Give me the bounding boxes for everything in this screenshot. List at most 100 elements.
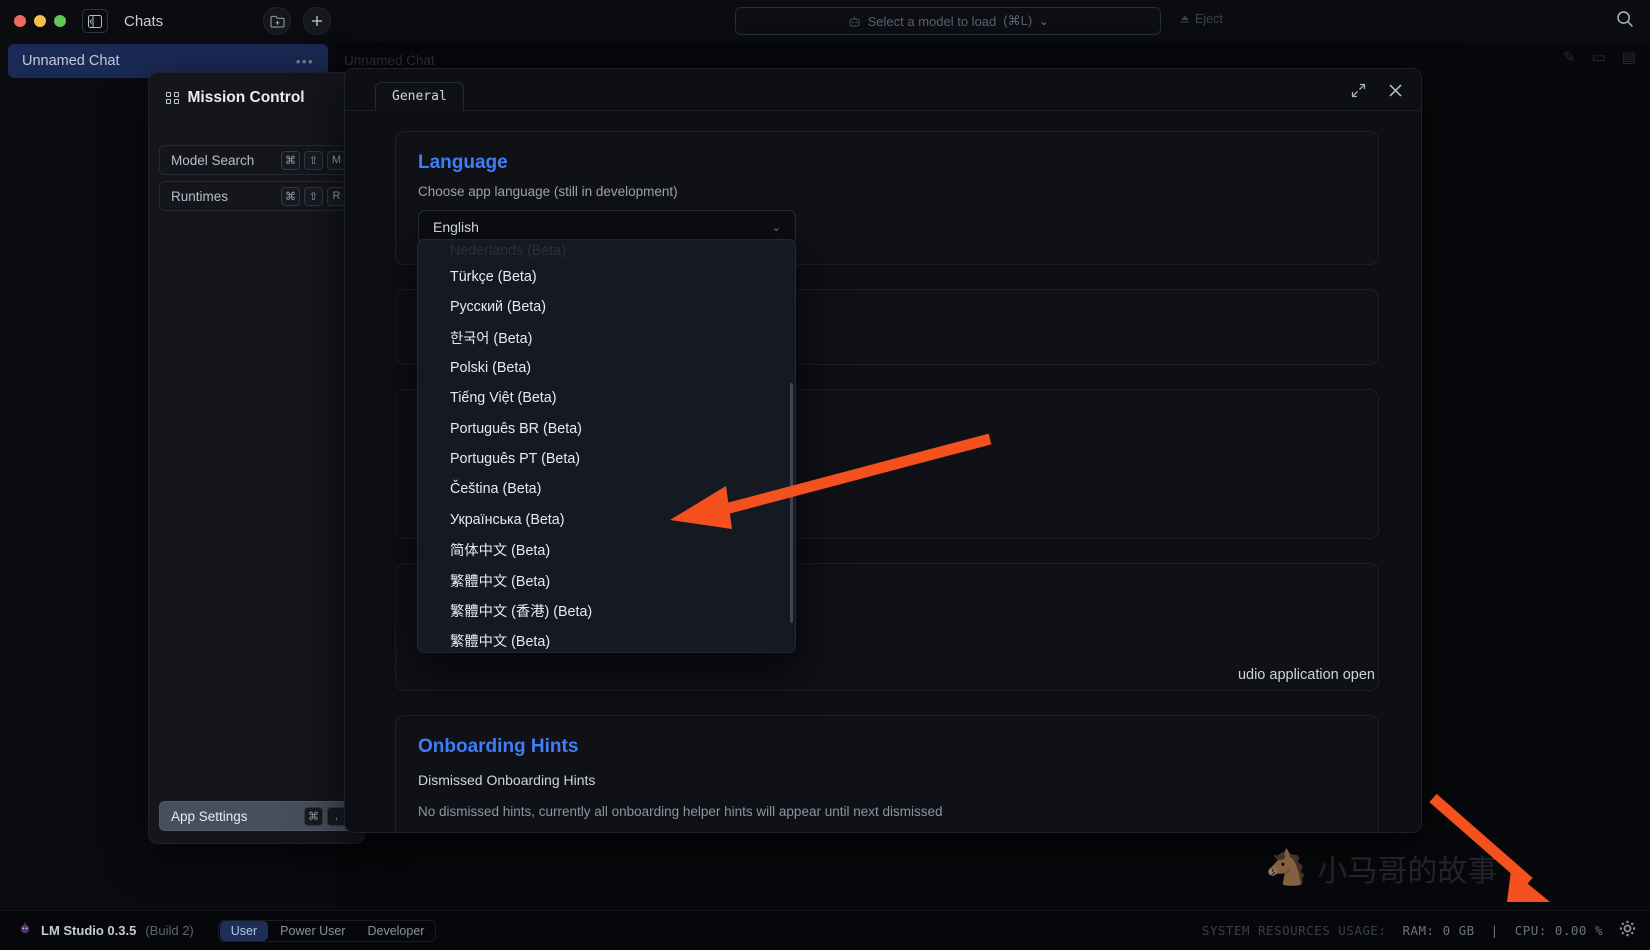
plus-icon[interactable]: [303, 7, 331, 35]
search-glyph: [1616, 10, 1634, 28]
close-window-button[interactable]: [14, 15, 26, 27]
language-option[interactable]: Русский (Beta): [418, 292, 795, 322]
language-option[interactable]: Türkçe (Beta): [418, 262, 795, 292]
attachment-icon[interactable]: ✎: [1563, 48, 1576, 66]
comment-icon[interactable]: ▭: [1592, 48, 1606, 66]
title-bar: Chats Sel: [0, 0, 1650, 42]
mission-control-title: Mission Control: [188, 89, 305, 107]
watermark: 🐴 小马哥的故事: [1265, 846, 1497, 890]
minimize-window-button[interactable]: [34, 15, 46, 27]
model-selector[interactable]: Select a model to load (⌘L) ⌄: [735, 7, 1161, 35]
app-build-label: (Build 2): [145, 923, 193, 938]
language-option[interactable]: Polski (Beta): [418, 353, 795, 383]
titlebar-actions: [263, 7, 331, 35]
mission-control-footer: App Settings ⌘ ,: [149, 801, 364, 831]
mission-control-panel: Mission Control Model Search ⌘ ⇧ M Runti…: [148, 72, 365, 844]
maximize-window-button[interactable]: [54, 15, 66, 27]
mode-developer[interactable]: Developer: [356, 921, 435, 941]
user-mode-switcher[interactable]: User Power User Developer: [218, 920, 437, 942]
mission-item-label: App Settings: [171, 809, 248, 824]
onboarding-hints-card: Onboarding Hints Dismissed Onboarding Hi…: [395, 715, 1379, 833]
onboarding-card-title: Onboarding Hints: [418, 736, 1356, 758]
language-option[interactable]: 繁體中文 (Beta): [418, 626, 795, 653]
shortcut-keys: ⌘ ,: [304, 807, 346, 826]
system-resources-group: SYSTEM RESOURCES USAGE: RAM: 0 GB | CPU:…: [1202, 920, 1636, 941]
language-option[interactable]: Čeština (Beta): [418, 474, 795, 504]
key-cmd: ⌘: [304, 807, 323, 826]
shortcut-keys: ⌘ ⇧ R: [281, 187, 346, 206]
cpu-usage: CPU: 0.00 %: [1515, 923, 1603, 938]
chat-tab-actions: ✎ ▭ ▤: [1563, 48, 1636, 66]
mission-control-header: Mission Control: [149, 73, 364, 107]
expand-icon[interactable]: [1351, 83, 1366, 102]
language-option[interactable]: Português BR (Beta): [418, 413, 795, 443]
tab-general[interactable]: General: [375, 82, 464, 111]
language-card-subtitle: Choose app language (still in developmen…: [418, 184, 1356, 199]
ram-usage: RAM: 0 GB: [1402, 923, 1474, 938]
close-icon[interactable]: [1388, 83, 1403, 102]
language-option[interactable]: Português PT (Beta): [418, 444, 795, 474]
chevron-down-icon: ⌄: [1039, 15, 1048, 28]
eject-button[interactable]: Eject: [1180, 12, 1223, 26]
mission-item-label: Model Search: [171, 153, 254, 168]
sidebar-toggle-glyph: [88, 15, 102, 28]
new-folder-glyph: [270, 15, 285, 28]
chat-item-label: Unnamed Chat: [22, 53, 120, 69]
app-name-label: LM Studio 0.3.5: [41, 923, 136, 938]
plus-glyph: [310, 14, 324, 28]
window-traffic-lights[interactable]: [14, 15, 66, 27]
dropdown-scrollbar[interactable]: [790, 383, 793, 623]
dismissed-hints-heading: Dismissed Onboarding Hints: [418, 772, 1356, 788]
layout-icon[interactable]: ▤: [1622, 48, 1636, 66]
chat-tab-title: Unnamed Chat: [344, 53, 435, 68]
status-brand-group: LM Studio 0.3.5 (Build 2): [18, 921, 194, 940]
settings-modal-actions: [1351, 83, 1403, 102]
watermark-text: 小马哥的故事: [1317, 846, 1497, 890]
model-selector-label: Select a model to load: [868, 14, 997, 29]
close-glyph: [1388, 83, 1403, 98]
resources-separator: |: [1491, 923, 1499, 938]
gear-glyph: [1619, 920, 1636, 937]
model-selector-shortcut: (⌘L): [1003, 13, 1032, 29]
language-select-value: English: [433, 219, 479, 235]
expand-glyph: [1351, 83, 1366, 98]
search-icon[interactable]: [1616, 10, 1634, 33]
key-cmd: ⌘: [281, 187, 300, 206]
language-option[interactable]: 繁體中文 (Beta): [418, 565, 795, 595]
keep-app-open-text: udio application open: [1238, 667, 1375, 683]
grid-icon: [166, 92, 179, 105]
language-option[interactable]: 繁體中文 (香港) (Beta): [418, 595, 795, 625]
language-dropdown-menu[interactable]: Nederlands (Beta) Türkçe (Beta) Русский …: [417, 239, 796, 653]
language-option[interactable]: 한국어 (Beta): [418, 323, 795, 353]
mission-item-app-settings[interactable]: App Settings ⌘ ,: [159, 801, 354, 831]
key-shift: ⇧: [304, 151, 323, 170]
language-option[interactable]: 简体中文 (Beta): [418, 535, 795, 565]
chat-overflow-icon[interactable]: •••: [296, 54, 314, 69]
gear-icon[interactable]: [1619, 920, 1636, 941]
settings-modal-header: General: [345, 69, 1421, 111]
mission-item-model-search[interactable]: Model Search ⌘ ⇧ M: [159, 145, 354, 175]
horse-mascot-icon: 🐴: [1265, 848, 1307, 888]
eject-label: Eject: [1195, 12, 1223, 26]
status-bar: LM Studio 0.3.5 (Build 2) User Power Use…: [0, 910, 1650, 950]
language-card-title: Language: [418, 152, 1356, 174]
dismissed-hints-body: No dismissed hints, currently all onboar…: [418, 804, 1356, 819]
shortcut-keys: ⌘ ⇧ M: [281, 151, 346, 170]
new-folder-icon[interactable]: [263, 7, 291, 35]
resources-label: SYSTEM RESOURCES USAGE:: [1202, 923, 1387, 938]
mode-power-user[interactable]: Power User: [269, 921, 356, 941]
lm-studio-glyph: [18, 921, 32, 935]
eject-icon: [1180, 14, 1190, 24]
language-option[interactable]: Nederlands (Beta): [418, 240, 795, 262]
lm-studio-logo-icon: [18, 921, 32, 940]
mode-user[interactable]: User: [220, 921, 268, 941]
language-option[interactable]: Tiếng Việt (Beta): [418, 383, 795, 413]
chevron-down-icon: ⌄: [772, 221, 781, 234]
key-shift: ⇧: [304, 187, 323, 206]
sidebar-toggle-icon[interactable]: [82, 9, 108, 33]
language-option[interactable]: Українська (Beta): [418, 504, 795, 534]
mission-item-runtimes[interactable]: Runtimes ⌘ ⇧ R: [159, 181, 354, 211]
key-cmd: ⌘: [281, 151, 300, 170]
chats-title: Chats: [124, 13, 163, 30]
mission-item-label: Runtimes: [171, 189, 228, 204]
